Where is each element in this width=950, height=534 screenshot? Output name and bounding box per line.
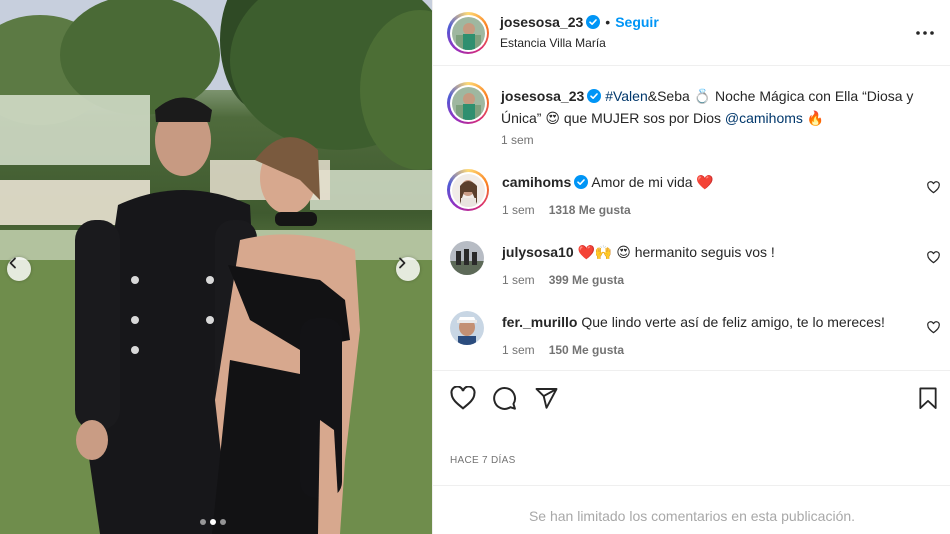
avatar-image	[450, 241, 484, 275]
save-button[interactable]	[918, 387, 938, 410]
avatar-image	[451, 173, 485, 207]
caption-mention[interactable]: @camihoms	[725, 110, 803, 126]
comments-limited-notice: Se han limitado los comentarios en esta …	[433, 485, 950, 534]
carousel-next-button[interactable]	[396, 257, 420, 281]
post-photo[interactable]	[0, 0, 432, 534]
more-icon	[916, 31, 934, 35]
comment-username[interactable]: fer._murillo	[502, 314, 577, 330]
verified-icon	[586, 15, 601, 29]
share-icon	[535, 388, 558, 409]
heart-icon	[450, 386, 476, 410]
author-avatar[interactable]	[447, 12, 489, 54]
heart-icon[interactable]	[927, 321, 940, 334]
heart-icon[interactable]	[927, 181, 940, 194]
bookmark-icon	[919, 387, 937, 409]
post-side-panel: josesosa_23 • Seguir Estancia Villa María …	[432, 0, 950, 534]
comment-time[interactable]: 1 sem	[502, 203, 535, 217]
caption-avatar[interactable]	[447, 82, 489, 124]
verified-icon	[587, 89, 602, 103]
avatar-image	[451, 16, 485, 50]
photo-illustration	[0, 0, 432, 534]
avatar-image	[450, 311, 484, 345]
comment-username[interactable]: julysosa10	[502, 244, 574, 260]
caption-username[interactable]: josesosa_23	[501, 88, 584, 104]
like-button[interactable]	[450, 386, 476, 410]
comment-row: camihoms Amor de mi vida ❤️	[502, 171, 714, 193]
post-header: josesosa_23 • Seguir Estancia Villa María	[433, 0, 950, 66]
carousel-dot-active	[210, 519, 216, 525]
comment-likes[interactable]: 399 Me gusta	[549, 273, 624, 287]
comment-meta: 1 sem 399 Me gusta	[502, 273, 624, 287]
more-options-button[interactable]	[913, 22, 937, 44]
caption-hashtag[interactable]: #Valen	[605, 88, 648, 104]
comment-likes[interactable]: 150 Me gusta	[549, 343, 624, 357]
chevron-left-icon	[9, 257, 16, 269]
carousel-dot	[220, 519, 226, 525]
post-caption: josesosa_23 #Valen&Seba 💍 Noche Mágica c…	[501, 85, 931, 129]
comment-row: julysosa10 ❤️🙌 😍 hermanito seguis vos !	[502, 241, 775, 263]
comment-username[interactable]: camihoms	[502, 174, 571, 190]
post-location[interactable]: Estancia Villa María	[500, 36, 606, 50]
comment-meta: 1 sem 150 Me gusta	[502, 343, 624, 357]
chevron-right-icon	[399, 257, 406, 269]
comment-avatar[interactable]	[447, 169, 489, 211]
caption-text-end: 🔥	[802, 110, 825, 126]
carousel-prev-button[interactable]	[7, 257, 31, 281]
post-date[interactable]: HACE 7 DÍAS	[450, 455, 516, 466]
comment-likes[interactable]: 1318 Me gusta	[549, 203, 631, 217]
comment-text: Que lindo verte así de feliz amigo, te l…	[581, 314, 885, 330]
carousel-dot	[200, 519, 206, 525]
heart-icon[interactable]	[927, 251, 940, 264]
comment-row: fer._murillo Que lindo verte así de feli…	[502, 311, 885, 333]
follow-button[interactable]: Seguir	[615, 14, 659, 30]
comment-button[interactable]	[492, 386, 517, 411]
comment-time[interactable]: 1 sem	[502, 343, 535, 357]
verified-icon	[574, 175, 589, 189]
share-button[interactable]	[534, 386, 559, 410]
header-separator: •	[605, 14, 611, 30]
comment-meta: 1 sem 1318 Me gusta	[502, 203, 631, 217]
comment-text: ❤️🙌 😍 hermanito seguis vos !	[577, 244, 775, 260]
comment-icon	[493, 387, 516, 410]
comment-avatar[interactable]	[450, 311, 484, 345]
post-actions	[433, 370, 950, 436]
carousel-indicator	[200, 519, 226, 525]
comment-text: Amor de mi vida ❤️	[591, 174, 714, 190]
caption-time[interactable]: 1 sem	[501, 133, 534, 147]
avatar-image	[451, 86, 485, 120]
comment-avatar[interactable]	[450, 241, 484, 275]
comment-time[interactable]: 1 sem	[502, 273, 535, 287]
author-username[interactable]: josesosa_23	[500, 14, 583, 30]
